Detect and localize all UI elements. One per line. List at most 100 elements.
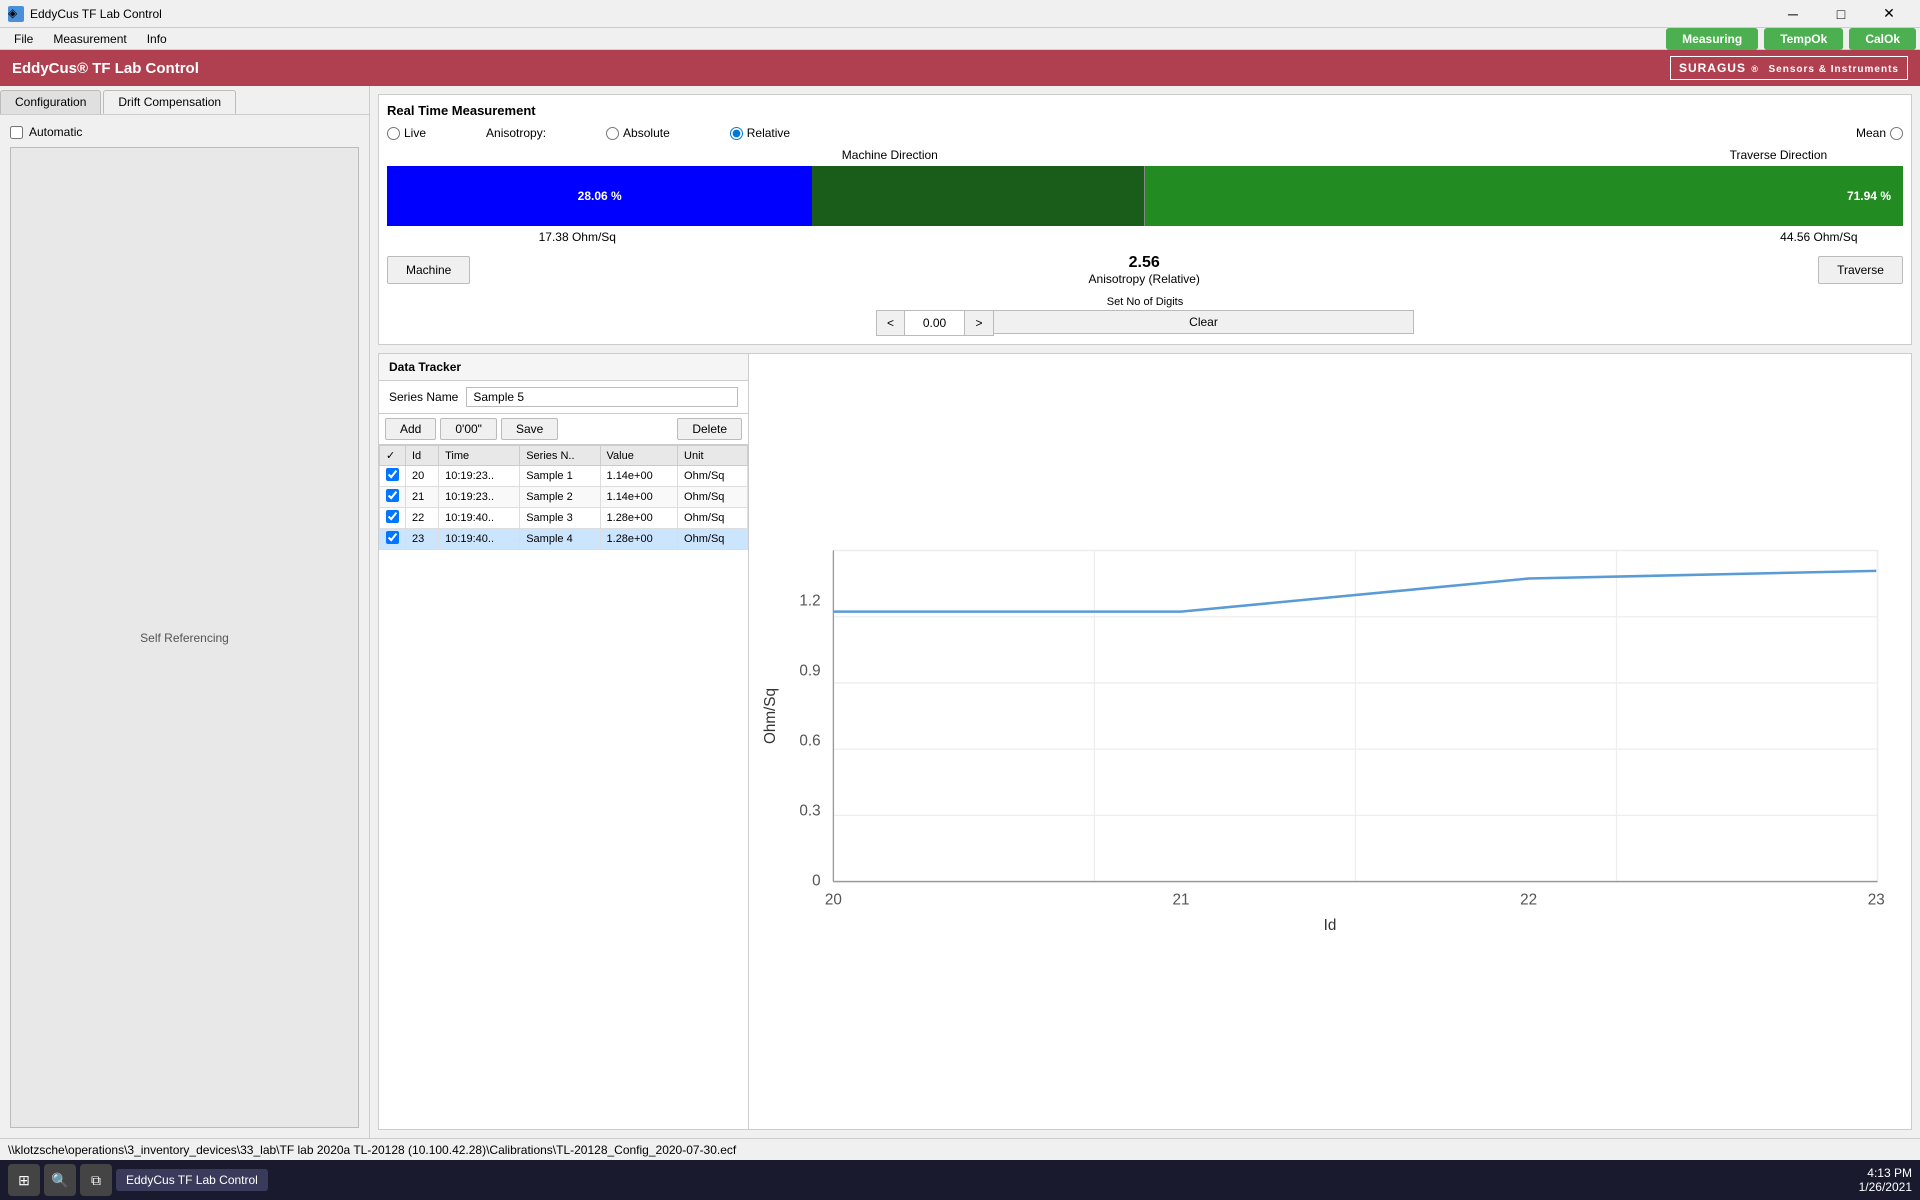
menu-measurement[interactable]: Measurement: [43, 30, 136, 48]
row-time: 10:19:40..: [439, 529, 520, 550]
row-unit: Ohm/Sq: [678, 529, 748, 550]
self-referencing-box: Self Referencing: [10, 147, 359, 1128]
digits-controls: < >: [876, 310, 994, 336]
row-value: 1.14e+00: [600, 466, 678, 487]
automatic-label: Automatic: [29, 125, 82, 139]
row-value: 1.14e+00: [600, 487, 678, 508]
y-tick-03: 0.3: [799, 802, 820, 819]
delete-button[interactable]: Delete: [677, 418, 742, 440]
digits-controls-row: < > Clear: [876, 310, 1414, 336]
clear-button[interactable]: Clear: [994, 310, 1414, 334]
row-value: 1.28e+00: [600, 529, 678, 550]
menu-bar: File Measurement Info Measuring TempOk C…: [0, 28, 1920, 50]
x-axis-label: Id: [1324, 917, 1337, 934]
maximize-button[interactable]: □: [1818, 0, 1864, 28]
add-button[interactable]: Add: [385, 418, 436, 440]
menu-info[interactable]: Info: [137, 30, 177, 48]
rtm-radio-row: Live Anisotropy: Absolute Relative Mean: [387, 126, 1903, 140]
app-taskbar-item[interactable]: EddyCus TF Lab Control: [116, 1169, 268, 1191]
bar-blue: 28.06 %: [387, 166, 812, 226]
traverse-button[interactable]: Traverse: [1818, 256, 1903, 284]
save-button[interactable]: Save: [501, 418, 558, 440]
tab-drift-compensation[interactable]: Drift Compensation: [103, 90, 236, 114]
calok-button[interactable]: CalOk: [1849, 28, 1916, 50]
file-path: \\klotzsche\operations\3_inventory_devic…: [8, 1143, 736, 1157]
anisotropy-center: 2.56 Anisotropy (Relative): [1089, 254, 1200, 286]
bar-green: 71.94 %: [1145, 166, 1903, 226]
tab-bar: Configuration Drift Compensation: [0, 86, 369, 115]
digits-value-input[interactable]: [905, 311, 965, 335]
col-time: Time: [439, 446, 520, 466]
automatic-row: Automatic: [10, 125, 359, 139]
anisotropy-value: 2.56: [1089, 254, 1200, 272]
machine-button[interactable]: Machine: [387, 256, 470, 284]
right-panel: Real Time Measurement Live Anisotropy: A…: [370, 86, 1920, 1138]
table-row[interactable]: 22 10:19:40.. Sample 3 1.28e+00 Ohm/Sq: [380, 508, 748, 529]
table-header: ✓ Id Time Series N.. Value Unit: [380, 446, 748, 466]
live-radio[interactable]: [387, 127, 400, 140]
title-bar: ◈ EddyCus TF Lab Control ─ □ ✕: [0, 0, 1920, 28]
row-check[interactable]: [380, 529, 406, 550]
mean-radio[interactable]: [1890, 127, 1903, 140]
machine-value: 17.38 Ohm/Sq: [539, 230, 616, 244]
x-tick-21: 21: [1173, 891, 1190, 908]
relative-radio[interactable]: [730, 127, 743, 140]
digits-label: Set No of Digits: [1107, 296, 1183, 308]
bar-blue-pct: 28.06 %: [578, 189, 622, 203]
row-series: Sample 1: [520, 466, 600, 487]
row-check[interactable]: [380, 487, 406, 508]
row-series: Sample 3: [520, 508, 600, 529]
data-table: ✓ Id Time Series N.. Value Unit 20 10:19…: [379, 445, 748, 550]
y-tick-06: 0.6: [799, 732, 820, 749]
data-tracker-panel: Data Tracker Series Name Add 0'00" Save …: [379, 354, 749, 1129]
bar-green-pct: 71.94 %: [1847, 189, 1891, 203]
y-tick-12: 1.2: [799, 592, 820, 609]
table-row[interactable]: 20 10:19:23.. Sample 1 1.14e+00 Ohm/Sq: [380, 466, 748, 487]
task-view-button[interactable]: ⧉: [80, 1164, 112, 1196]
col-series: Series N..: [520, 446, 600, 466]
automatic-checkbox[interactable]: [10, 126, 23, 139]
tempok-button[interactable]: TempOk: [1764, 28, 1843, 50]
chart-svg: 0 0.3 0.6 0.9 1.2 20 21 22 23: [757, 362, 1903, 1121]
col-value: Value: [600, 446, 678, 466]
row-check[interactable]: [380, 508, 406, 529]
measuring-button[interactable]: Measuring: [1666, 28, 1758, 50]
row-unit: Ohm/Sq: [678, 466, 748, 487]
tab-configuration[interactable]: Configuration: [0, 90, 101, 114]
row-series: Sample 4: [520, 529, 600, 550]
digits-dec-button[interactable]: <: [877, 311, 905, 335]
bars-container: 28.06 % 71.94 %: [387, 166, 1903, 226]
absolute-radio[interactable]: [606, 127, 619, 140]
table-row[interactable]: 23 10:19:40.. Sample 4 1.28e+00 Ohm/Sq: [380, 529, 748, 550]
y-axis-label: Ohm/Sq: [762, 688, 779, 744]
left-panel-content: Automatic Self Referencing: [0, 115, 369, 1138]
start-button[interactable]: ⊞: [8, 1164, 40, 1196]
taskbar-left: ⊞ 🔍 ⧉ EddyCus TF Lab Control: [8, 1164, 268, 1196]
search-button[interactable]: 🔍: [44, 1164, 76, 1196]
rtm-title: Real Time Measurement: [387, 103, 1903, 118]
row-value: 1.28e+00: [600, 508, 678, 529]
row-time: 10:19:23..: [439, 466, 520, 487]
menu-file[interactable]: File: [4, 30, 43, 48]
row-series: Sample 2: [520, 487, 600, 508]
row-check[interactable]: [380, 466, 406, 487]
digits-inc-button[interactable]: >: [965, 311, 993, 335]
time-button[interactable]: 0'00": [440, 418, 497, 440]
y-tick-0: 0: [812, 872, 821, 889]
chart-area: 0 0.3 0.6 0.9 1.2 20 21 22 23: [749, 354, 1911, 1129]
series-name-input[interactable]: [466, 387, 738, 407]
status-bar-bottom: \\klotzsche\operations\3_inventory_devic…: [0, 1138, 1920, 1160]
app-header: EddyCus® TF Lab Control SURAGUS ® Sensor…: [0, 50, 1920, 86]
live-label: Live: [404, 126, 426, 140]
window-title: EddyCus TF Lab Control: [30, 7, 162, 21]
absolute-radio-group: Absolute: [606, 126, 670, 140]
table-row[interactable]: 21 10:19:23.. Sample 2 1.14e+00 Ohm/Sq: [380, 487, 748, 508]
x-tick-20: 20: [825, 891, 842, 908]
bar-labels: Machine Direction Traverse Direction: [387, 148, 1903, 162]
row-unit: Ohm/Sq: [678, 487, 748, 508]
rtm-section: Real Time Measurement Live Anisotropy: A…: [378, 94, 1912, 345]
bar-dark-green-fill: [812, 166, 1144, 226]
close-button[interactable]: ✕: [1866, 0, 1912, 28]
minimize-button[interactable]: ─: [1770, 0, 1816, 28]
traverse-direction-label: Traverse Direction: [1730, 148, 1828, 162]
